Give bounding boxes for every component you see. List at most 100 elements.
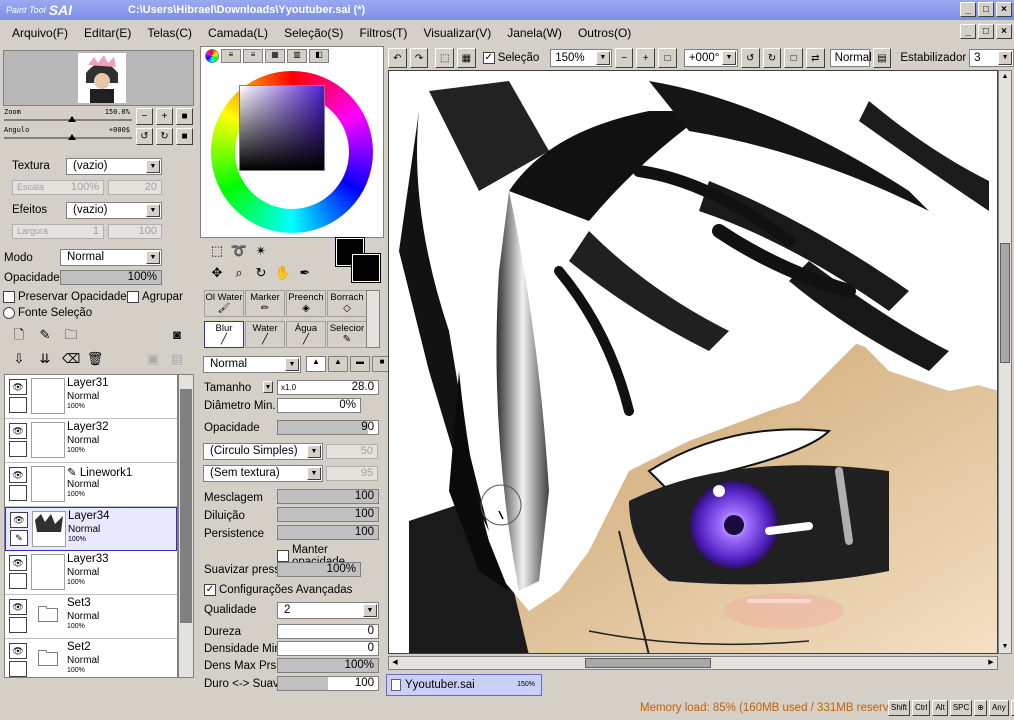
canvas-horizontal-scrollbar[interactable]: ◀ ▶ <box>388 656 998 670</box>
zoom-in-button[interactable]: + <box>156 108 173 125</box>
zoom-reset-button[interactable]: ■ <box>176 108 193 125</box>
new-folder-icon[interactable]: 🗀 <box>62 326 80 344</box>
key-shift[interactable]: Shift <box>888 700 911 716</box>
rotate-icon[interactable]: ↻ <box>252 264 270 282</box>
brush-shape-select[interactable]: (Circulo Simples) ▼ <box>203 443 323 460</box>
layer-row[interactable]: 👁 Layer31 Normal 100% <box>5 375 177 419</box>
key-ctrl[interactable]: Ctrl <box>912 700 931 716</box>
brush-water[interactable]: Water ╱ <box>245 321 285 348</box>
layer-list-scrollbar[interactable] <box>178 374 194 678</box>
new-linework-icon[interactable]: ✎ <box>36 326 54 344</box>
stabilizer-select[interactable]: 3 ▼ <box>969 49 1014 67</box>
layer-opacity-slider[interactable]: 100% <box>60 270 162 285</box>
persistence-slider[interactable]: 100 <box>277 525 379 540</box>
rotate-ccw-icon[interactable]: ↺ <box>740 48 760 68</box>
transfer-down-icon[interactable]: ⇩ <box>10 350 28 368</box>
brush-old-water[interactable]: Ol Water 🖌 <box>204 290 244 317</box>
align-icon[interactable]: ▤ <box>872 48 892 68</box>
close-button[interactable]: × <box>996 2 1012 17</box>
zoom-out-icon[interactable]: − <box>614 48 634 68</box>
secondary-color-swatch[interactable] <box>351 253 381 283</box>
size-slider[interactable]: x1.0 28.0 <box>277 380 379 395</box>
menu-outros[interactable]: Outros(O) <box>570 26 639 40</box>
canvas-vertical-scrollbar[interactable]: ▲ ▼ <box>998 70 1012 654</box>
menu-camada[interactable]: Camada(L) <box>200 26 276 40</box>
brush-blend-select[interactable]: Normal ▼ <box>203 356 301 373</box>
clip-group-checkbox[interactable]: Agrupar <box>127 291 183 303</box>
layer-row[interactable]: 👁 ✎ Linework1 Normal 100% <box>5 463 177 507</box>
mdi-restore-button[interactable]: □ <box>978 24 994 39</box>
magic-wand-icon[interactable]: ✴ <box>252 242 270 260</box>
blend-slider[interactable]: 100 <box>277 489 379 504</box>
brush-selection[interactable]: Selecior ✎ <box>327 321 367 348</box>
scroll-down-icon[interactable]: ▼ <box>999 641 1011 653</box>
key-move-icon[interactable]: ⊕ <box>974 700 987 716</box>
rect-select-icon[interactable]: ⬚ <box>208 242 226 260</box>
selection-source-radio[interactable]: Fonte Seleção <box>3 307 92 319</box>
brush-eraser[interactable]: Borrach ◇ <box>327 290 367 317</box>
eye-icon[interactable]: 👁 <box>9 555 27 571</box>
min-diameter-slider[interactable]: 0% <box>277 398 361 413</box>
hsv-slider-tab[interactable]: ≡ <box>243 49 263 63</box>
rotate-left-button[interactable]: ↺ <box>136 128 153 145</box>
quality-select[interactable]: 2 ▼ <box>277 602 379 619</box>
eye-icon[interactable]: 👁 <box>9 643 27 659</box>
drawing-canvas[interactable] <box>388 70 998 654</box>
minimize-button[interactable]: _ <box>960 2 976 17</box>
layer-row[interactable]: 👁 Layer32 Normal 100% <box>5 419 177 463</box>
scratchpad-tab[interactable]: ◧ <box>309 49 329 63</box>
v-scroll-thumb[interactable] <box>1000 243 1010 363</box>
lock-checkbox[interactable] <box>9 397 27 413</box>
texture-select[interactable]: (vazio) ▼ <box>66 158 162 175</box>
brush-marker[interactable]: Marker ✏ <box>245 290 285 317</box>
trash-icon[interactable]: 🗑 <box>86 350 104 368</box>
brush-fill[interactable]: Preench ◈ <box>286 290 326 317</box>
width-number[interactable]: 100 <box>108 224 162 239</box>
effects-select[interactable]: (vazio) ▼ <box>66 202 162 219</box>
menu-filtros[interactable]: Filtros(T) <box>351 26 415 40</box>
menu-editar[interactable]: Editar(E) <box>76 26 139 40</box>
angle-slider[interactable]: Angulo +000$ <box>4 126 132 140</box>
lock-checkbox[interactable] <box>9 617 27 633</box>
menu-janela[interactable]: Janela(W) <box>499 26 570 40</box>
smooth-pressure-slider[interactable]: 100% <box>277 562 361 577</box>
eye-icon[interactable]: 👁 <box>9 423 27 439</box>
brush-opacity-slider[interactable]: 90 <box>277 420 379 435</box>
saturation-value-square[interactable] <box>239 85 325 171</box>
mdi-close-button[interactable]: × <box>996 24 1012 39</box>
size-dropdown[interactable]: ▼ <box>263 381 273 393</box>
lasso-icon[interactable]: ➰ <box>230 242 248 260</box>
layer-row[interactable]: 👁 Layer33 Normal 100% <box>5 551 177 595</box>
menu-arquivo[interactable]: Arquivo(F) <box>4 26 76 40</box>
key-alt[interactable]: Alt <box>932 700 948 716</box>
canvas-blend-select[interactable]: Normal <box>829 49 872 67</box>
undo-icon[interactable]: ↶ <box>388 48 407 68</box>
zoom-select[interactable]: 150% ▼ <box>550 49 612 67</box>
pen-icon[interactable]: ✎ <box>10 530 28 546</box>
key-any[interactable]: Any <box>988 700 1009 716</box>
show-selection-checkbox[interactable]: ✓ Seleção <box>482 52 539 64</box>
layer-row[interactable]: 👁 🗀 Set2 Normal 100% <box>5 639 177 677</box>
lock-checkbox[interactable] <box>9 441 27 457</box>
brush-texture-select[interactable]: (Sem textura) ▼ <box>203 465 323 482</box>
rotate-right-button[interactable]: ↻ <box>156 128 173 145</box>
h-scroll-thumb[interactable] <box>585 658 711 668</box>
rotate-reset-button[interactable]: ■ <box>176 128 193 145</box>
layer-row[interactable]: 👁 🗀 Set3 Normal 100% <box>5 595 177 639</box>
advanced-settings-checkbox[interactable]: ✓ Configurações Avançadas <box>204 584 352 596</box>
width-field[interactable]: Largura 1 <box>12 224 104 239</box>
mask-apply-icon[interactable]: ▣ <box>144 350 162 368</box>
color-palette-tab[interactable]: ▦ <box>265 49 285 63</box>
menu-selecao[interactable]: Seleção(S) <box>276 26 351 40</box>
preserve-opacity-checkbox[interactable]: Preservar Opacidade <box>3 291 127 303</box>
rotate-cw-icon[interactable]: ↻ <box>762 48 782 68</box>
eye-icon[interactable]: 👁 <box>9 467 27 483</box>
clear-layer-icon[interactable]: ⌫ <box>62 350 80 368</box>
min-density-slider[interactable]: 0 <box>277 641 379 656</box>
mdi-minimize-button[interactable]: _ <box>960 24 976 39</box>
brush-agua[interactable]: Água ╱ <box>286 321 326 348</box>
mask-delete-icon[interactable]: ▤ <box>168 350 186 368</box>
deselect-icon[interactable]: ⬚ <box>435 48 455 68</box>
menu-telas[interactable]: Telas(C) <box>139 26 200 40</box>
key-space[interactable]: SPC <box>949 700 973 716</box>
